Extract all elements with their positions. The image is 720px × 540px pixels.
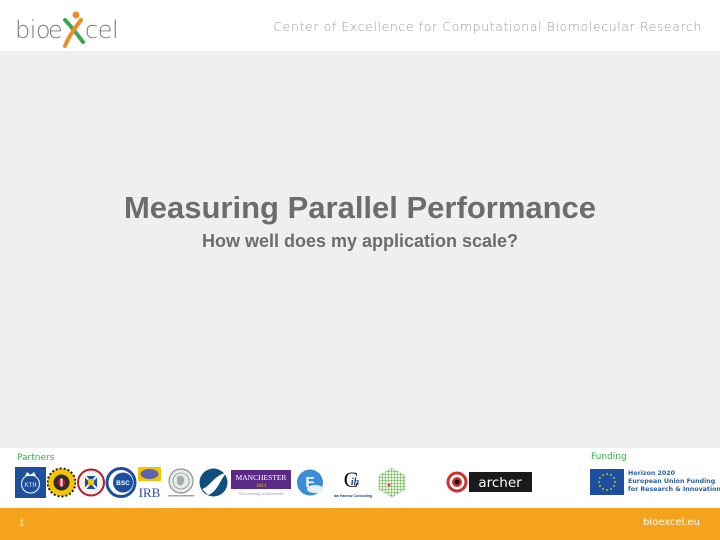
slide-number: 1	[19, 519, 25, 529]
svg-text:F: F	[305, 474, 314, 491]
hexagon-logo-icon	[378, 467, 406, 498]
eu-funding-text: Horizon 2020 European Union Funding for …	[628, 470, 720, 494]
funding-line: for Research & Innovation	[628, 486, 720, 493]
svg-text:e: e	[48, 16, 63, 44]
manchester-logo-icon: MANCHESTER 1824 The University of Manche…	[231, 470, 291, 496]
svg-text:MANCHESTER: MANCHESTER	[236, 473, 287, 482]
edinburgh-logo-icon	[77, 468, 105, 497]
svg-text:Ian Harrow Consulting: Ian Harrow Consulting	[334, 494, 372, 498]
utrecht-logo-icon	[47, 467, 76, 498]
svg-text:The University of Manchester: The University of Manchester	[238, 492, 284, 496]
funding-line: European Union Funding	[628, 478, 716, 485]
slide-title: Measuring Parallel Performance	[123, 190, 597, 225]
svg-text:IRB: IRB	[139, 485, 161, 500]
eu-flag-icon	[590, 469, 624, 495]
archer-logo-icon: archer	[446, 471, 532, 493]
tagline: Center of Excellence for Computational B…	[273, 19, 702, 34]
archer-logo: archer	[446, 470, 532, 494]
max-planck-logo-icon	[168, 468, 194, 497]
funding-label: Funding	[591, 452, 627, 462]
footer-website: bioexcel.eu	[642, 517, 700, 528]
bioexcel-logo-icon: bio e cel	[15, 11, 119, 48]
partners-label: Partners	[17, 453, 55, 463]
bsc-logo-icon: BSC	[105, 467, 137, 498]
slide-subtitle: How well does my application scale?	[201, 231, 519, 251]
svg-text:archer: archer	[478, 475, 522, 491]
ih-logo-icon: C ih Ian Harrow Consulting	[334, 467, 372, 498]
svg-text:KTH: KTH	[24, 483, 37, 489]
eu-funding-logo: Horizon 2020 European Union Funding for …	[590, 469, 720, 497]
julich-logo-icon	[199, 468, 228, 497]
title-band: Measuring Parallel Performance How well …	[0, 51, 720, 448]
ft-logo-icon: F	[297, 469, 323, 496]
irb-logo-icon: IRB	[138, 467, 161, 500]
slide-footer: 1 bioexcel.eu	[0, 508, 720, 540]
svg-text:ih: ih	[351, 477, 360, 488]
slide-header: bio e cel Center of Excellence for Compu…	[0, 0, 720, 51]
svg-text:bio: bio	[15, 16, 50, 44]
bioexcel-logo: bio e cel	[15, 8, 125, 48]
svg-text:cel: cel	[85, 16, 118, 44]
funding-line: Horizon 2020	[628, 470, 676, 477]
svg-text:BSC: BSC	[116, 480, 130, 487]
svg-text:1824: 1824	[256, 484, 267, 489]
kth-logo-icon: KTH	[15, 467, 46, 498]
